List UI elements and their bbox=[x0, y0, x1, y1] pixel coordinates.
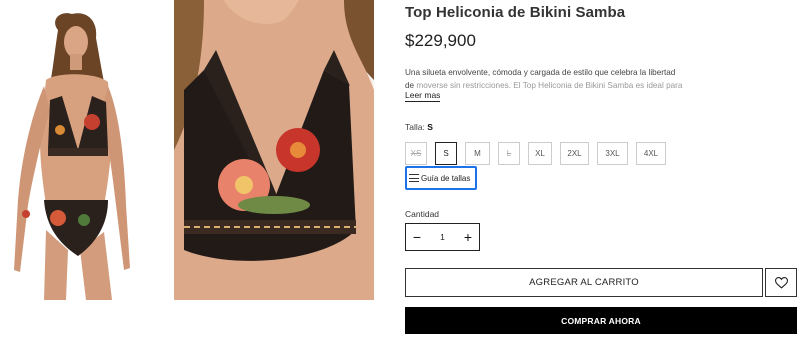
buy-now-button[interactable]: COMPRAR AHORA bbox=[405, 307, 797, 334]
size-label: Talla: S bbox=[405, 122, 433, 132]
product-price: $229,900 bbox=[405, 31, 476, 50]
product-description: Una silueta envolvente, cómoda y cargada… bbox=[405, 66, 685, 92]
ruler-lines-icon bbox=[409, 174, 419, 182]
size-option-3xl[interactable]: 3XL bbox=[597, 142, 628, 165]
size-option-m[interactable]: M bbox=[465, 142, 490, 165]
size-options: XS S M L XL 2XL 3XL 4XL bbox=[405, 142, 666, 165]
quantity-label: Cantidad bbox=[405, 209, 440, 219]
size-label-text: Talla: bbox=[405, 122, 425, 132]
read-more-link[interactable]: Leer mas bbox=[405, 90, 441, 102]
size-option-l[interactable]: L bbox=[498, 142, 520, 165]
product-image-closeup[interactable] bbox=[174, 0, 374, 300]
size-guide-button[interactable]: Guía de tallas bbox=[405, 166, 477, 190]
size-option-xl[interactable]: XL bbox=[528, 142, 552, 165]
size-option-s[interactable]: S bbox=[435, 142, 457, 165]
wishlist-button[interactable] bbox=[765, 268, 797, 297]
size-option-4xl[interactable]: 4XL bbox=[636, 142, 666, 165]
add-to-cart-button[interactable]: AGREGAR AL CARRITO bbox=[405, 268, 763, 297]
size-guide-label: Guía de tallas bbox=[421, 173, 471, 183]
size-option-xs[interactable]: XS bbox=[405, 142, 427, 165]
product-title: Top Heliconia de Bikini Samba bbox=[405, 4, 626, 21]
heart-icon bbox=[774, 276, 788, 289]
description-faded-text: moverse sin restricciones. El Top Helico… bbox=[416, 81, 683, 90]
quantity-stepper: − 1 + bbox=[405, 223, 480, 251]
size-selected-value: S bbox=[427, 122, 433, 132]
size-option-2xl[interactable]: 2XL bbox=[560, 142, 589, 165]
quantity-increase-button[interactable]: + bbox=[457, 224, 479, 250]
quantity-decrease-button[interactable]: − bbox=[406, 224, 428, 250]
quantity-value[interactable]: 1 bbox=[440, 232, 445, 242]
product-image-model[interactable] bbox=[0, 0, 160, 300]
